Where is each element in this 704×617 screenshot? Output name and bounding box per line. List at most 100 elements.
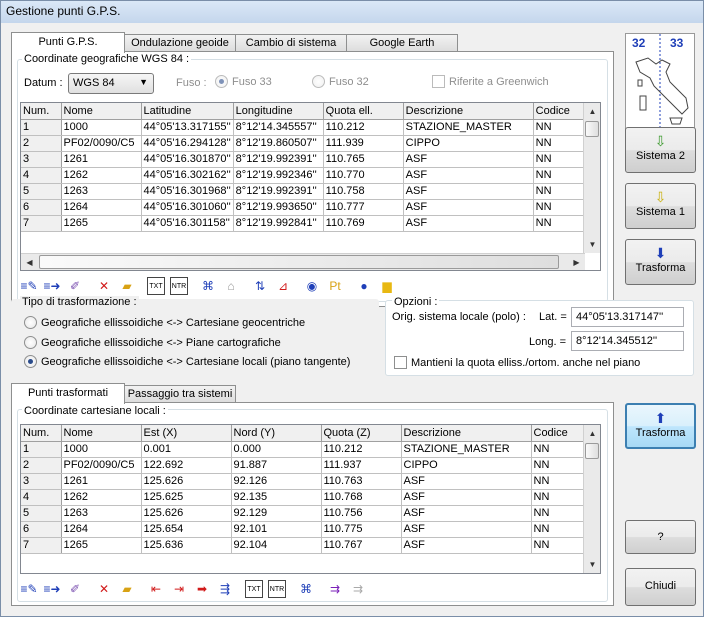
table-cell[interactable]: 8°12'19.992841'': [233, 215, 324, 232]
scroll-thumb[interactable]: [585, 443, 599, 459]
table-cell[interactable]: 122.692: [141, 457, 232, 474]
table-cell[interactable]: PF02/0090/C5: [61, 135, 142, 152]
edit-list-icon[interactable]: ≡✎: [20, 277, 38, 295]
table-cell[interactable]: 125.626: [141, 505, 232, 522]
table-cell[interactable]: ASF: [401, 521, 532, 538]
table-cell[interactable]: 44°05'13.317155'': [141, 119, 234, 136]
tab-ondulazione-geoide[interactable]: Ondulazione geoide: [124, 34, 236, 52]
cart-vertical-scrollbar[interactable]: ▲ ▼: [583, 425, 600, 573]
table-cell[interactable]: 111.937: [321, 457, 402, 474]
table-cell[interactable]: 110.770: [323, 167, 404, 184]
table-cell[interactable]: 1264: [61, 521, 142, 538]
table-row[interactable]: 3 1261 125.626 92.126 110.763 ASF NN: [21, 473, 586, 490]
database-icon[interactable]: ◉: [303, 277, 321, 295]
table-cell[interactable]: NN: [533, 135, 588, 152]
table-cell[interactable]: 44°05'16.301870'': [141, 151, 234, 168]
table-row[interactable]: 7 1265 44°05'16.301158'' 8°12'19.992841'' 11…: [21, 215, 588, 232]
sort-icon[interactable]: ⇅: [251, 277, 269, 295]
greenwich-checkbox[interactable]: Riferite a Greenwich: [432, 75, 549, 88]
table-cell[interactable]: 1000: [61, 119, 142, 136]
table-cell[interactable]: NN: [531, 537, 586, 554]
col-nome[interactable]: Nome: [61, 103, 142, 120]
table-row[interactable]: 4 1262 44°05'16.302162'' 8°12'19.992346'' 11…: [21, 167, 588, 184]
table-row[interactable]: 6 1264 125.654 92.101 110.775 ASF NN: [21, 521, 586, 538]
table-row[interactable]: 6 1264 44°05'16.301060'' 8°12'19.993650'' 11…: [21, 199, 588, 216]
send-disabled-icon[interactable]: ⇉: [349, 580, 367, 598]
table-cell[interactable]: 125.626: [141, 473, 232, 490]
transform-up-button[interactable]: ⬆ Trasforma: [625, 403, 696, 449]
table-cell[interactable]: NN: [531, 505, 586, 522]
transform-down-button[interactable]: ⬇ Trasforma: [625, 239, 696, 285]
table-cell[interactable]: NN: [533, 215, 588, 232]
col-descrizione[interactable]: Descrizione: [401, 425, 532, 442]
table-cell[interactable]: NN: [533, 119, 588, 136]
table-cell[interactable]: 4: [21, 167, 62, 184]
table-cell[interactable]: 1263: [61, 183, 142, 200]
binoculars-icon[interactable]: ⌘: [199, 277, 217, 295]
table-cell[interactable]: NN: [533, 167, 588, 184]
tab-punti-trasformati[interactable]: Punti trasformati: [11, 383, 125, 404]
table-cell[interactable]: STAZIONE_MASTER: [403, 119, 534, 136]
table-cell[interactable]: 44°05'16.301968'': [141, 183, 234, 200]
table-cell[interactable]: 5: [21, 183, 62, 200]
table-cell[interactable]: ASF: [403, 167, 534, 184]
table-cell[interactable]: 111.939: [323, 135, 404, 152]
col-num[interactable]: Num.: [21, 425, 62, 442]
col-latitudine[interactable]: Latitudine: [141, 103, 234, 120]
export-txt-icon[interactable]: TXT: [245, 580, 263, 598]
cart-points-table[interactable]: Num. Nome Est (X) Nord (Y) Quota (Z) Des…: [20, 424, 601, 574]
tab-cambio-sistema[interactable]: Cambio di sistema: [235, 34, 347, 52]
table-cell[interactable]: 91.887: [231, 457, 322, 474]
scroll-thumb[interactable]: [585, 121, 599, 137]
col-codice[interactable]: Codice: [533, 103, 588, 120]
copy-to-icon[interactable]: ➡: [193, 580, 211, 598]
home-settings-icon[interactable]: ⌂: [222, 277, 240, 295]
table-row[interactable]: 7 1265 125.636 92.104 110.767 ASF NN: [21, 537, 586, 554]
table-cell[interactable]: ASF: [401, 489, 532, 506]
table-cell[interactable]: 2: [21, 457, 62, 474]
col-codice[interactable]: Codice: [531, 425, 586, 442]
radio-cartographic[interactable]: Geografiche ellissoidiche <-> Piane cart…: [24, 336, 281, 349]
import-ntr-icon[interactable]: NTR: [170, 277, 188, 295]
col-est[interactable]: Est (X): [141, 425, 232, 442]
help-button[interactable]: ?: [625, 520, 696, 554]
table-cell[interactable]: 110.777: [323, 199, 404, 216]
table-cell[interactable]: NN: [533, 199, 588, 216]
table-cell[interactable]: 0.001: [141, 441, 232, 458]
table-cell[interactable]: 1263: [61, 505, 142, 522]
table-cell[interactable]: 110.763: [321, 473, 402, 490]
table-cell[interactable]: 110.775: [321, 521, 402, 538]
table-cell[interactable]: 2: [21, 135, 62, 152]
table-cell[interactable]: 44°05'16.301158'': [141, 215, 234, 232]
table-row[interactable]: 4 1262 125.625 92.135 110.768 ASF NN: [21, 489, 586, 506]
tab-punti-gps[interactable]: Punti G.P.S.: [11, 32, 125, 53]
col-nord[interactable]: Nord (Y): [231, 425, 322, 442]
table-row[interactable]: 2 PF02/0090/C5 44°05'16.294128'' 8°12'19.86…: [21, 135, 588, 152]
table-cell[interactable]: 8°12'14.345557'': [233, 119, 324, 136]
table-row[interactable]: 1 1000 0.001 0.000 110.212 STAZIONE_MASTER NN: [21, 441, 586, 458]
insert-row-icon[interactable]: ≡➜: [43, 580, 61, 598]
table-cell[interactable]: 44°05'16.301060'': [141, 199, 234, 216]
table-cell[interactable]: 1265: [61, 215, 142, 232]
table-cell[interactable]: 110.767: [321, 537, 402, 554]
table-cell[interactable]: 110.768: [321, 489, 402, 506]
table-cell[interactable]: 110.212: [321, 441, 402, 458]
table-cell[interactable]: ASF: [401, 473, 532, 490]
import-txt-icon[interactable]: TXT: [147, 277, 165, 295]
table-cell[interactable]: 3: [21, 151, 62, 168]
table-cell[interactable]: 6: [21, 521, 62, 538]
table-cell[interactable]: 92.135: [231, 489, 322, 506]
table-cell[interactable]: 110.769: [323, 215, 404, 232]
delete-icon[interactable]: ✕: [95, 580, 113, 598]
table-row[interactable]: 1 1000 44°05'13.317155'' 8°12'14.345557'' 11…: [21, 119, 588, 136]
table-cell[interactable]: 8°12'19.992391'': [233, 183, 324, 200]
col-descrizione[interactable]: Descrizione: [403, 103, 534, 120]
send-to-icon[interactable]: ⇉: [326, 580, 344, 598]
table-cell[interactable]: 4: [21, 489, 62, 506]
table-cell[interactable]: 125.636: [141, 537, 232, 554]
table-cell[interactable]: 1: [21, 119, 62, 136]
copy-right-icon[interactable]: ⇥: [170, 580, 188, 598]
table-row[interactable]: 5 1263 125.626 92.129 110.756 ASF NN: [21, 505, 586, 522]
sistema1-button[interactable]: ⇩ Sistema 1: [625, 183, 696, 229]
table-cell[interactable]: 1000: [61, 441, 142, 458]
